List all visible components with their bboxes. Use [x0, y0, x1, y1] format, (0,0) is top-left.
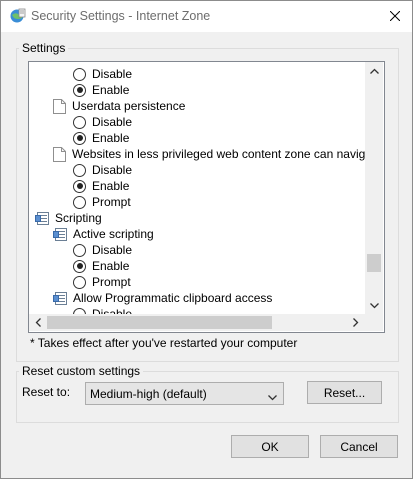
- setting-label: Enable: [92, 83, 130, 97]
- setting-label: Prompt: [92, 275, 131, 289]
- security-settings-dialog: Security Settings - Internet Zone Settin…: [0, 0, 413, 479]
- radio-button-selected[interactable]: [73, 83, 86, 97]
- radio-option[interactable]: Prompt: [73, 274, 131, 290]
- radio-option[interactable]: Disable: [73, 306, 132, 314]
- ok-button[interactable]: OK: [231, 435, 309, 458]
- horizontal-scroll-thumb[interactable]: [47, 316, 272, 329]
- settings-category: Scripting: [35, 210, 102, 226]
- radio-button-selected[interactable]: [73, 179, 86, 193]
- page-icon: [53, 146, 66, 162]
- settings-category-icon: [53, 291, 68, 306]
- close-icon: [389, 10, 401, 24]
- settings-list-content: Disable Enable Userdata persistence Disable…: [29, 62, 365, 314]
- radio-option[interactable]: Disable: [73, 162, 132, 178]
- radio-button-selected[interactable]: [73, 259, 86, 273]
- vertical-scrollbar[interactable]: [365, 62, 383, 314]
- setting-label: Scripting: [55, 211, 102, 225]
- settings-category-icon: [53, 227, 68, 242]
- setting-label: Prompt: [92, 195, 131, 209]
- scroll-right-arrow-icon[interactable]: [347, 314, 365, 331]
- reset-group-label: Reset custom settings: [19, 364, 144, 378]
- setting-item: Allow Programmatic clipboard access: [53, 290, 272, 306]
- internet-options-icon: [10, 8, 26, 24]
- settings-category-icon: [35, 211, 50, 226]
- reset-level-value: Medium-high (default): [90, 386, 207, 401]
- scroll-left-arrow-icon[interactable]: [29, 314, 47, 331]
- scrollbar-corner: [365, 314, 383, 331]
- radio-button-selected[interactable]: [73, 131, 86, 145]
- radio-button[interactable]: [73, 115, 86, 129]
- cancel-button[interactable]: Cancel: [320, 435, 398, 458]
- setting-label: Disable: [92, 115, 133, 129]
- radio-button[interactable]: [73, 275, 86, 289]
- radio-option[interactable]: Disable: [73, 242, 132, 258]
- restart-note: * Takes effect after you've restarted yo…: [30, 336, 298, 350]
- setting-label: Disable: [92, 243, 133, 257]
- radio-button[interactable]: [73, 243, 86, 257]
- radio-button[interactable]: [73, 195, 86, 209]
- setting-label: Active scripting: [73, 227, 154, 241]
- setting-label: Websites in less privileged web content …: [72, 147, 365, 161]
- scroll-up-arrow-icon[interactable]: [365, 62, 383, 79]
- setting-label: Enable: [92, 179, 130, 193]
- radio-option[interactable]: Enable: [73, 130, 129, 146]
- page-icon: [53, 98, 66, 114]
- setting-label: Allow Programmatic clipboard access: [73, 291, 273, 305]
- setting-item: Websites in less privileged web content …: [53, 146, 365, 162]
- setting-item: Userdata persistence: [53, 98, 185, 114]
- reset-to-label: Reset to:: [22, 385, 71, 399]
- setting-label: Userdata persistence: [72, 99, 186, 113]
- setting-item: Active scripting: [53, 226, 154, 242]
- setting-label: Enable: [92, 131, 130, 145]
- setting-label: Disable: [92, 67, 133, 81]
- title-bar: Security Settings - Internet Zone: [1, 1, 412, 32]
- reset-button[interactable]: Reset...: [307, 381, 382, 404]
- setting-label: Disable: [92, 163, 133, 177]
- radio-option[interactable]: Prompt: [73, 194, 131, 210]
- settings-list[interactable]: Disable Enable Userdata persistence Disable…: [28, 61, 385, 333]
- radio-button[interactable]: [73, 67, 86, 81]
- close-button[interactable]: [377, 1, 413, 32]
- settings-group-label: Settings: [19, 41, 69, 55]
- setting-label: Enable: [92, 259, 130, 273]
- scroll-down-arrow-icon[interactable]: [365, 297, 383, 314]
- radio-option[interactable]: Enable: [73, 82, 129, 98]
- horizontal-scrollbar[interactable]: [29, 314, 365, 331]
- window-title: Security Settings - Internet Zone: [31, 9, 211, 23]
- radio-button[interactable]: [73, 163, 86, 177]
- chevron-down-icon: [268, 390, 277, 404]
- setting-label: Disable: [92, 307, 133, 314]
- reset-level-dropdown[interactable]: Medium-high (default): [85, 382, 284, 405]
- vertical-scroll-thumb[interactable]: [367, 254, 381, 272]
- radio-option[interactable]: Disable: [73, 114, 132, 130]
- radio-option[interactable]: Disable: [73, 66, 132, 82]
- radio-option[interactable]: Enable: [73, 178, 129, 194]
- radio-option[interactable]: Enable: [73, 258, 129, 274]
